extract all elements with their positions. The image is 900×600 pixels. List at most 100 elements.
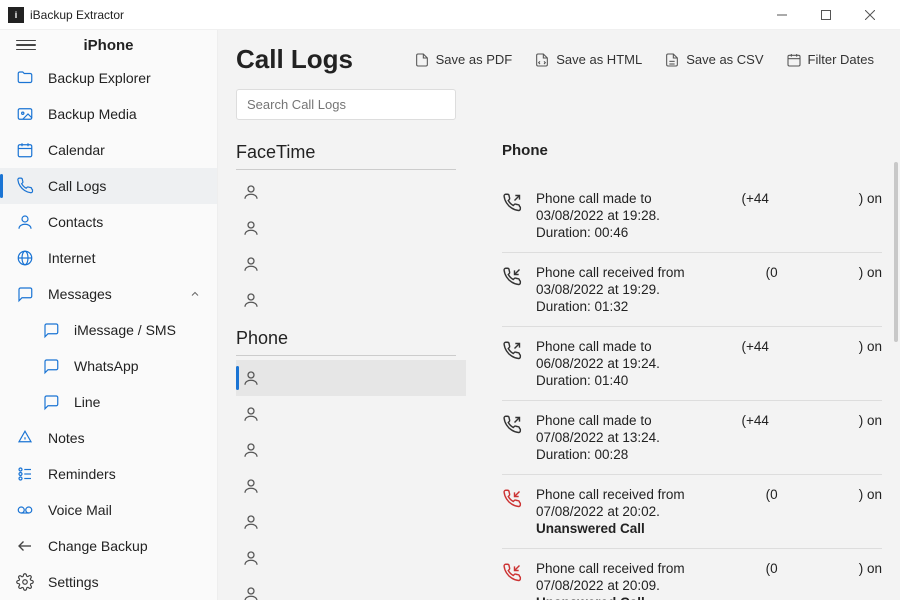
person-icon: [242, 477, 260, 495]
sidebar-item-line[interactable]: Line: [0, 384, 217, 420]
group-header-facetime: FaceTime: [236, 132, 456, 170]
titlebar: i iBackup Extractor: [0, 0, 900, 30]
close-button[interactable]: [848, 0, 892, 30]
chevron-up-icon: [189, 288, 201, 300]
call-number-prefix: (+44: [741, 413, 768, 428]
toolbar: Save as PDF Save as HTML Save as CSV: [406, 46, 882, 74]
save-html-button[interactable]: Save as HTML: [526, 46, 650, 74]
message-icon: [16, 285, 34, 303]
sidebar-item-backup-media[interactable]: Backup Media: [0, 96, 217, 132]
call-duration: Duration: 00:46: [536, 225, 882, 240]
calendar-icon: [16, 141, 34, 159]
save-csv-button[interactable]: Save as CSV: [656, 46, 771, 74]
contact-row[interactable]: [236, 396, 466, 432]
contact-row[interactable]: [236, 282, 466, 318]
contact-row[interactable]: [236, 246, 466, 282]
sidebar-item-messages[interactable]: Messages: [0, 276, 217, 312]
contact-row[interactable]: [236, 432, 466, 468]
scrollbar[interactable]: [894, 162, 898, 342]
contacts-list[interactable]: FaceTime Phone: [236, 132, 474, 600]
sidebar: iPhone Backup Explorer Backup Media Cale…: [0, 30, 218, 600]
call-description: Phone call received from: [536, 487, 685, 502]
button-label: Save as CSV: [686, 52, 763, 67]
contact-row[interactable]: [236, 468, 466, 504]
sidebar-item-calendar[interactable]: Calendar: [0, 132, 217, 168]
call-description: Phone call made to: [536, 191, 652, 206]
call-details-list[interactable]: Phone Phone call made to(+44) on03/08/20…: [474, 132, 900, 600]
sidebar-item-label: WhatsApp: [74, 358, 139, 374]
call-duration: Duration: 01:40: [536, 373, 882, 388]
sidebar-item-label: Notes: [48, 430, 85, 446]
reminders-icon: [16, 465, 34, 483]
call-number-suffix: ) on: [859, 487, 882, 502]
contact-row[interactable]: [236, 174, 466, 210]
call-text: Phone call received from(0) on03/08/2022…: [536, 265, 882, 314]
contact-row[interactable]: [236, 360, 466, 396]
call-entry[interactable]: Phone call received from(0) on07/08/2022…: [502, 549, 882, 600]
sidebar-item-backup-explorer[interactable]: Backup Explorer: [0, 60, 217, 96]
globe-icon: [16, 249, 34, 267]
call-datetime: 06/08/2022 at 19:24.: [536, 356, 882, 371]
call-text: Phone call made to(+44) on03/08/2022 at …: [536, 191, 882, 240]
call-duration: Duration: 00:28: [536, 447, 882, 462]
sidebar-item-contacts[interactable]: Contacts: [0, 204, 217, 240]
sidebar-item-whatsapp[interactable]: WhatsApp: [0, 348, 217, 384]
call-number-prefix: (+44: [741, 339, 768, 354]
call-description: Phone call received from: [536, 561, 685, 576]
sidebar-item-label: Messages: [48, 286, 112, 302]
call-entry[interactable]: Phone call received from(0) on03/08/2022…: [502, 253, 882, 327]
call-entry[interactable]: Phone call made to(+44) on06/08/2022 at …: [502, 327, 882, 401]
call-entry[interactable]: Phone call received from(0) on07/08/2022…: [502, 475, 882, 549]
person-icon: [242, 585, 260, 600]
maximize-button[interactable]: [804, 0, 848, 30]
sidebar-item-label: Settings: [48, 574, 99, 590]
csv-icon: [664, 52, 680, 68]
call-number-suffix: ) on: [859, 265, 882, 280]
minimize-button[interactable]: [760, 0, 804, 30]
sidebar-item-imessage[interactable]: iMessage / SMS: [0, 312, 217, 348]
call-entry[interactable]: Phone call made to(+44) on03/08/2022 at …: [502, 179, 882, 253]
sidebar-item-label: Backup Explorer: [48, 70, 151, 86]
button-label: Filter Dates: [808, 52, 874, 67]
sidebar-item-label: Voice Mail: [48, 502, 112, 518]
save-pdf-button[interactable]: Save as PDF: [406, 46, 521, 74]
button-label: Save as PDF: [436, 52, 513, 67]
sidebar-item-label: iMessage / SMS: [74, 322, 176, 338]
call-text: Phone call received from(0) on07/08/2022…: [536, 561, 882, 600]
call-missed-icon: [502, 563, 522, 583]
sidebar-item-label: Call Logs: [48, 178, 106, 194]
person-icon: [242, 549, 260, 567]
search-input[interactable]: [236, 89, 456, 120]
sidebar-item-reminders[interactable]: Reminders: [0, 456, 217, 492]
call-number-prefix: (+44: [741, 191, 768, 206]
call-entry[interactable]: Phone call made to(+44) on07/08/2022 at …: [502, 401, 882, 475]
contact-row[interactable]: [236, 576, 466, 600]
sidebar-item-label: Calendar: [48, 142, 105, 158]
sidebar-item-voicemail[interactable]: Voice Mail: [0, 492, 217, 528]
gear-icon: [16, 573, 34, 591]
call-number-suffix: ) on: [859, 339, 882, 354]
contact-icon: [16, 213, 34, 231]
message-icon: [42, 393, 60, 411]
person-icon: [242, 405, 260, 423]
contact-row[interactable]: [236, 504, 466, 540]
contact-row[interactable]: [236, 540, 466, 576]
sidebar-item-notes[interactable]: Notes: [0, 420, 217, 456]
app-icon: i: [8, 7, 24, 23]
call-number-suffix: ) on: [859, 191, 882, 206]
person-icon: [242, 291, 260, 309]
sidebar-item-call-logs[interactable]: Call Logs: [0, 168, 217, 204]
filter-dates-button[interactable]: Filter Dates: [778, 46, 882, 74]
content-header: Call Logs Save as PDF Save as HTML: [218, 30, 900, 85]
contact-row[interactable]: [236, 210, 466, 246]
sidebar-item-change-backup[interactable]: Change Backup: [0, 528, 217, 564]
sidebar-item-settings[interactable]: Settings: [0, 564, 217, 600]
sidebar-item-label: Backup Media: [48, 106, 137, 122]
person-icon: [242, 369, 260, 387]
call-text: Phone call made to(+44) on07/08/2022 at …: [536, 413, 882, 462]
sidebar-item-label: Reminders: [48, 466, 116, 482]
sidebar-item-internet[interactable]: Internet: [0, 240, 217, 276]
call-outgoing-icon: [502, 415, 522, 435]
voicemail-icon: [16, 501, 34, 519]
call-duration: Duration: 01:32: [536, 299, 882, 314]
